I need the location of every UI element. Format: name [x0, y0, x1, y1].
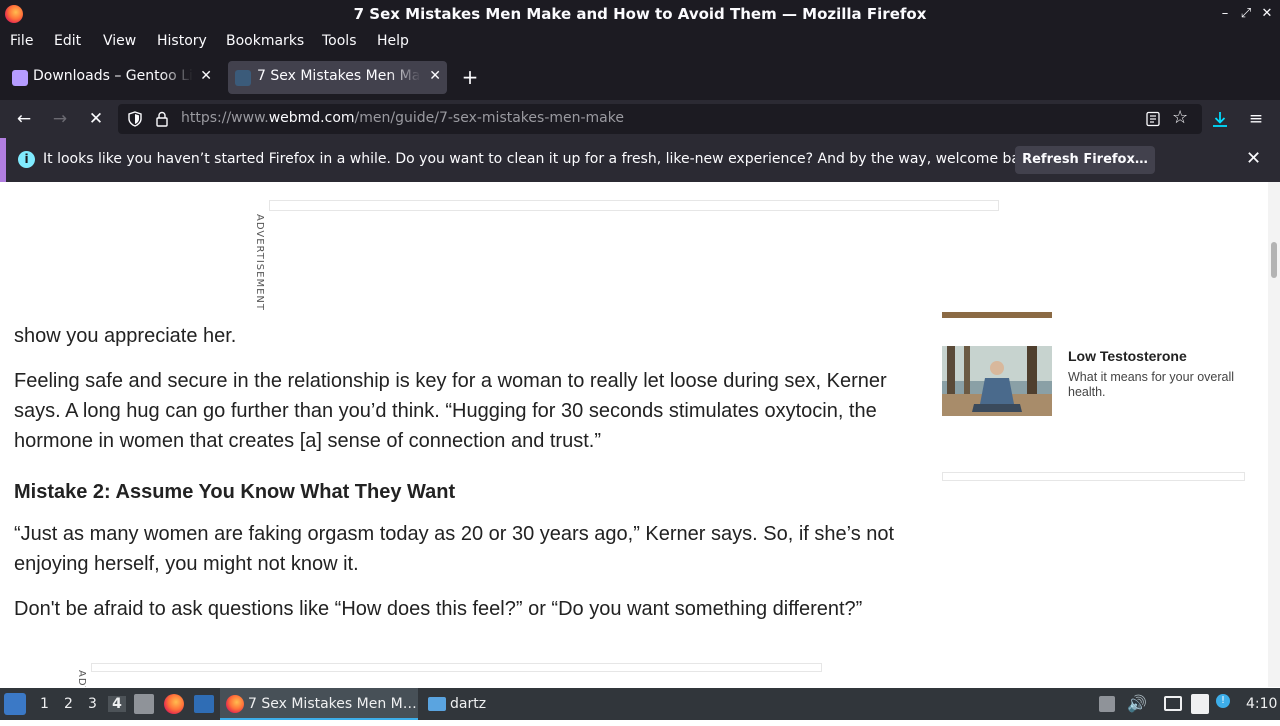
volume-icon[interactable]: 🔊 — [1127, 694, 1147, 726]
sidebar-thumbnail[interactable] — [942, 312, 1052, 318]
bookmark-star-icon[interactable]: ☆ — [1172, 107, 1188, 128]
taskbar-window-files[interactable]: dartz — [424, 688, 504, 720]
window-titlebar: 7 Sex Mistakes Men Make and How to Avoid… — [0, 0, 1280, 29]
taskbar-window-firefox[interactable]: 7 Sex Mistakes Men M… — [220, 688, 418, 720]
new-tab-plus-icon[interactable]: + — [459, 66, 481, 88]
clipboard-icon[interactable] — [1191, 694, 1209, 714]
scrollbar-thumb[interactable] — [1271, 242, 1277, 278]
advertisement-label: ADVERTISEMENT — [254, 214, 265, 312]
advertisement-banner[interactable] — [269, 200, 999, 211]
tab-title: 7 Sex Mistakes Men Make and How to Avoid… — [257, 68, 421, 84]
webmd-favicon-icon — [235, 70, 251, 86]
menu-bar: File Edit View History Bookmarks Tools H… — [0, 29, 1280, 55]
close-window-icon[interactable]: ✕ — [1257, 4, 1277, 24]
menu-file[interactable]: File — [10, 33, 33, 49]
tab-webmd-article[interactable]: 7 Sex Mistakes Men Make and How to Avoid… — [228, 61, 447, 94]
lock-icon[interactable] — [155, 111, 169, 127]
display-icon[interactable] — [1164, 696, 1182, 711]
notification-message: It looks like you haven’t started Firefo… — [43, 151, 1042, 167]
taskbar-window-label: 7 Sex Mistakes Men M… — [248, 696, 417, 712]
menu-help[interactable]: Help — [377, 33, 409, 49]
show-desktop-icon[interactable] — [134, 694, 154, 714]
shield-icon[interactable] — [127, 111, 143, 127]
menu-view[interactable]: View — [103, 33, 136, 49]
navigation-bar: ← → ✕ https://www.webmd.com/men/guide/7-… — [0, 100, 1280, 138]
tab-downloads-gentoo[interactable]: Downloads – Gentoo Linux ✕ — [2, 61, 218, 94]
close-tab-icon[interactable]: ✕ — [429, 68, 441, 84]
workspace-4[interactable]: 4 — [108, 696, 126, 712]
maximize-icon[interactable]: ⤢ — [1236, 4, 1256, 24]
url-domain: webmd.com — [268, 110, 355, 126]
low-testosterone-thumbnail[interactable] — [942, 346, 1052, 416]
advertisement-banner[interactable] — [91, 663, 822, 672]
close-tab-icon[interactable]: ✕ — [200, 68, 212, 84]
article-heading: Mistake 2: Assume You Know What They Wan… — [14, 481, 456, 503]
forward-arrow-icon[interactable]: → — [49, 108, 71, 130]
menu-bookmarks[interactable]: Bookmarks — [226, 33, 304, 49]
taskbar-window-label: dartz — [450, 696, 487, 712]
sidebar-ad-box[interactable] — [942, 472, 1245, 481]
stop-loading-icon[interactable]: ✕ — [85, 108, 107, 130]
advertisement-label: ADV — [76, 670, 87, 687]
workspace-3[interactable]: 3 — [88, 696, 97, 712]
terminal-launcher-icon[interactable] — [194, 695, 214, 713]
workspace-1[interactable]: 1 — [40, 696, 49, 712]
article-paragraph: Don't be afraid to ask questions like “H… — [14, 598, 863, 620]
page-content: ADVERTISEMENT show you appreciate her. F… — [0, 182, 1268, 687]
back-arrow-icon[interactable]: ← — [13, 108, 35, 130]
downloads-icon[interactable] — [1211, 110, 1229, 128]
system-taskbar: 1 2 3 4 7 Sex Mistakes Men M… dartz 🔊 ! … — [0, 688, 1280, 720]
tab-title: Downloads – Gentoo Linux — [33, 68, 193, 84]
sidebar-card-title[interactable]: Low Testosterone — [1068, 348, 1187, 364]
close-notification-icon[interactable]: ✕ — [1246, 148, 1261, 169]
info-icon: i — [18, 151, 35, 168]
refresh-notification-bar: i It looks like you haven’t started Fire… — [0, 138, 1280, 182]
url-prefix: https://www. — [181, 110, 269, 126]
menu-history[interactable]: History — [157, 33, 207, 49]
page-scrollbar[interactable] — [1268, 182, 1280, 687]
app-menu-icon[interactable] — [4, 693, 26, 715]
notifications-icon[interactable]: ! — [1216, 694, 1230, 708]
article-paragraph: Feeling safe and secure in the relations… — [14, 370, 887, 452]
article-paragraph: “Just as many women are faking orgasm to… — [14, 523, 895, 575]
url-text: https://www.webmd.com/men/guide/7-sex-mi… — [181, 110, 624, 126]
workspace-2[interactable]: 2 — [64, 696, 73, 712]
tab-bar: Downloads – Gentoo Linux ✕ 7 Sex Mistake… — [0, 55, 1280, 100]
menu-tools[interactable]: Tools — [322, 33, 357, 49]
url-bar[interactable]: https://www.webmd.com/men/guide/7-sex-mi… — [118, 104, 1202, 134]
sidebar-card-description: What it means for your overall health. — [1068, 370, 1235, 399]
clock[interactable]: 4:10 — [1246, 696, 1277, 712]
firefox-icon — [226, 695, 244, 713]
folder-icon — [428, 697, 446, 711]
firefox-launcher-icon[interactable] — [164, 694, 184, 714]
article-partial-line: show you appreciate her. — [14, 325, 237, 347]
tray-updates-icon[interactable] — [1099, 696, 1115, 712]
gentoo-favicon-icon — [12, 70, 28, 86]
menu-edit[interactable]: Edit — [54, 33, 81, 49]
refresh-firefox-button[interactable]: Refresh Firefox… — [1015, 146, 1155, 174]
hamburger-menu-icon[interactable]: ≡ — [1245, 108, 1267, 130]
minimize-icon[interactable]: – — [1215, 4, 1235, 24]
reader-view-icon[interactable] — [1145, 111, 1161, 127]
url-path: /men/guide/7-sex-mistakes-men-make — [354, 110, 624, 126]
window-title: 7 Sex Mistakes Men Make and How to Avoid… — [353, 5, 927, 23]
